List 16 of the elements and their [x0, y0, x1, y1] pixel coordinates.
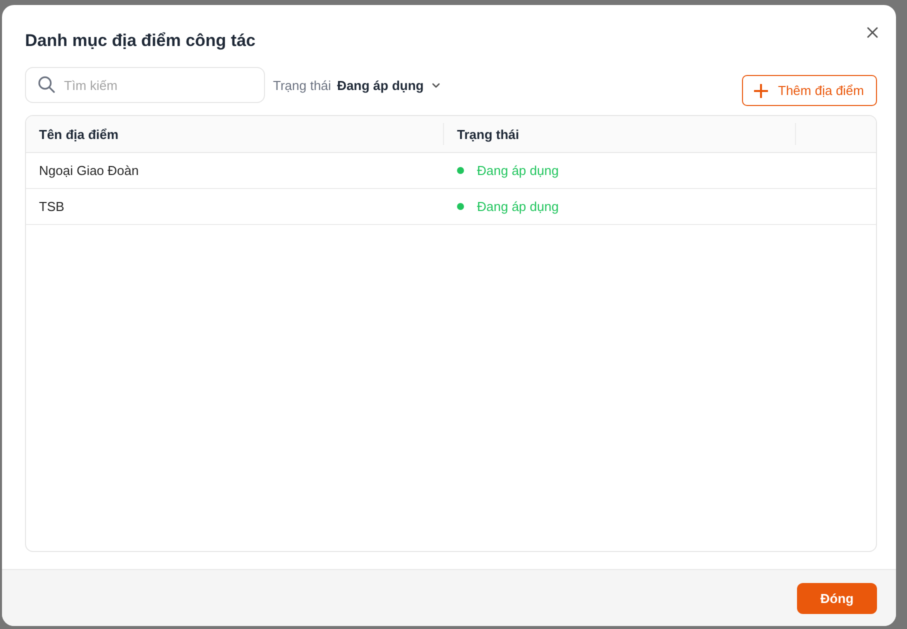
- status-text: Đang áp dụng: [477, 163, 559, 178]
- search-field[interactable]: Tìm kiếm: [25, 67, 265, 103]
- chevron-down-icon: [432, 82, 440, 88]
- add-location-button[interactable]: Thêm địa điểm: [742, 75, 877, 106]
- plus-icon: [754, 84, 768, 98]
- column-header: Trạng thái: [457, 126, 520, 142]
- column-header: Tên địa điểm: [39, 126, 118, 142]
- search-icon: [38, 76, 55, 93]
- close-button[interactable]: Đóng: [797, 582, 877, 614]
- status-text: Đang áp dụng: [477, 199, 559, 214]
- status-dropdown[interactable]: Đang áp dụng: [337, 78, 440, 92]
- table-cell: Ngoại Giao Đoàn: [39, 163, 139, 178]
- close-icon[interactable]: [867, 27, 878, 38]
- table-cell: TSB: [39, 199, 64, 214]
- dialog-title: Danh mục địa điểm công tác: [25, 31, 256, 51]
- filter-label: Trạng thái: [273, 78, 332, 92]
